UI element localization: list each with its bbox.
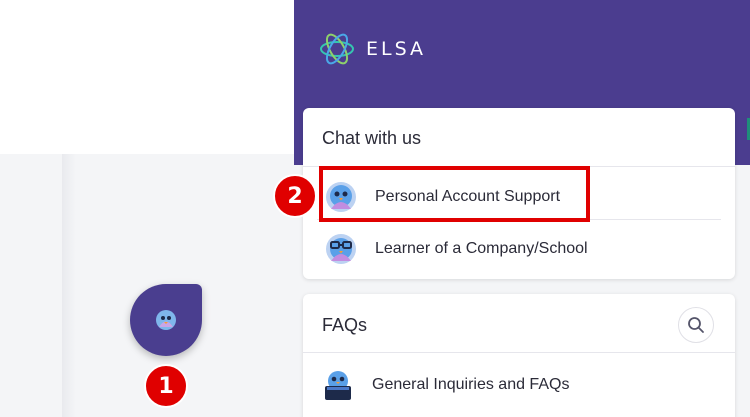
chat-with-us-card: Chat with us Personal Account Support Le… — [303, 108, 735, 279]
faq-search-button[interactable] — [678, 307, 714, 343]
faqs-card: FAQs General Inquiries and FAQs — [303, 294, 735, 417]
faq-card-title: FAQs — [322, 315, 368, 335]
step-1-number: 1 — [158, 373, 174, 399]
step-2-callout: 2 — [273, 174, 317, 218]
penguin-launcher-icon — [156, 310, 176, 330]
step-1-callout: 1 — [144, 364, 188, 408]
step-2-number: 2 — [287, 183, 303, 209]
general-inquiries-option[interactable]: General Inquiries and FAQs — [315, 360, 725, 410]
chat-card-title: Chat with us — [322, 128, 422, 148]
brand-logo: ELSA — [318, 30, 426, 68]
faq-card-divider — [303, 352, 735, 353]
search-icon — [688, 317, 704, 333]
penguin-avatar-icon — [326, 182, 356, 212]
general-inquiries-label: General Inquiries and FAQs — [372, 376, 570, 393]
screen: 1 ELSA Chat with us Personal Account Sup… — [0, 0, 750, 417]
background-divider — [62, 154, 76, 417]
penguin-book-icon — [325, 371, 351, 400]
chat-widget: ELSA Chat with us Personal Account Suppo… — [294, 0, 750, 417]
chat-launcher-button[interactable] — [130, 284, 202, 356]
penguin-glasses-avatar-icon — [326, 234, 356, 264]
personal-account-support-option[interactable]: Personal Account Support — [315, 172, 725, 222]
chat-item-divider — [317, 219, 721, 220]
learner-company-school-label: Learner of a Company/School — [375, 240, 588, 257]
brand-name: ELSA — [366, 38, 427, 60]
elsa-logo-icon — [320, 33, 354, 65]
learner-company-school-option[interactable]: Learner of a Company/School — [315, 224, 725, 274]
personal-account-support-label: Personal Account Support — [375, 188, 561, 205]
chat-card-divider — [303, 166, 735, 167]
